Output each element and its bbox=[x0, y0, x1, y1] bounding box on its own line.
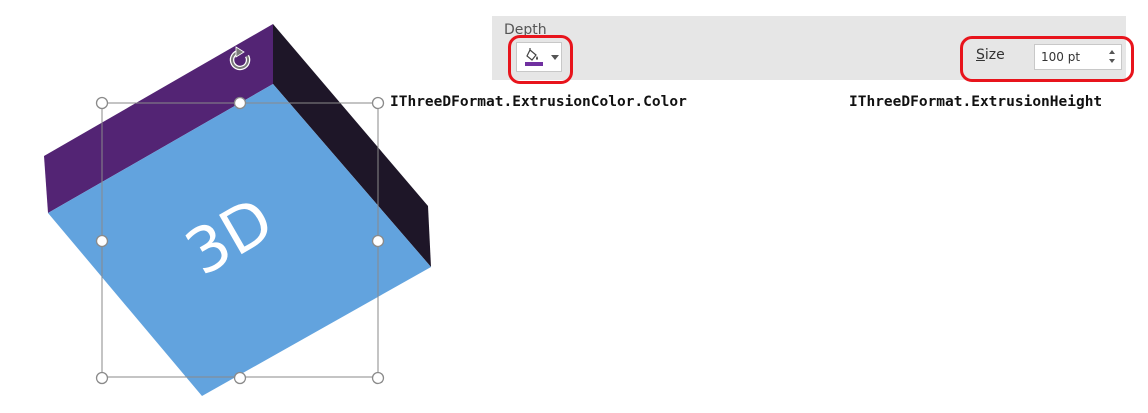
extrusion-size-spinner[interactable]: 100 pt bbox=[1034, 44, 1122, 70]
resize-handle-top-left[interactable] bbox=[95, 96, 109, 110]
spin-down-icon[interactable] bbox=[1109, 59, 1115, 63]
extrusion-color-caption: IThreeDFormat.ExtrusionColor.Color bbox=[390, 94, 687, 110]
extrusion-color-button[interactable] bbox=[516, 42, 562, 72]
resize-handle-bottom-left[interactable] bbox=[95, 371, 109, 385]
size-label-text: ize bbox=[984, 47, 1005, 63]
color-swatch bbox=[525, 62, 543, 66]
depth-title: Depth bbox=[504, 22, 547, 38]
size-label-mnemonic: S bbox=[976, 47, 985, 63]
resize-handle-right[interactable] bbox=[371, 234, 385, 248]
resize-handle-top-right[interactable] bbox=[371, 96, 385, 110]
size-value[interactable]: 100 pt bbox=[1041, 50, 1080, 64]
chevron-down-icon[interactable] bbox=[551, 55, 559, 60]
paint-bucket-icon bbox=[525, 48, 543, 66]
resize-handle-top[interactable] bbox=[233, 96, 247, 110]
resize-handle-bottom[interactable] bbox=[233, 371, 247, 385]
size-label: Size bbox=[976, 47, 1005, 63]
3d-shape-canvas: 3D bbox=[0, 0, 480, 413]
resize-handle-bottom-right[interactable] bbox=[371, 371, 385, 385]
depth-panel: Depth Size 100 pt bbox=[492, 16, 1126, 80]
resize-handle-left[interactable] bbox=[95, 234, 109, 248]
spin-up-icon[interactable] bbox=[1109, 50, 1115, 54]
extrusion-height-caption: IThreeDFormat.ExtrusionHeight bbox=[849, 94, 1103, 110]
